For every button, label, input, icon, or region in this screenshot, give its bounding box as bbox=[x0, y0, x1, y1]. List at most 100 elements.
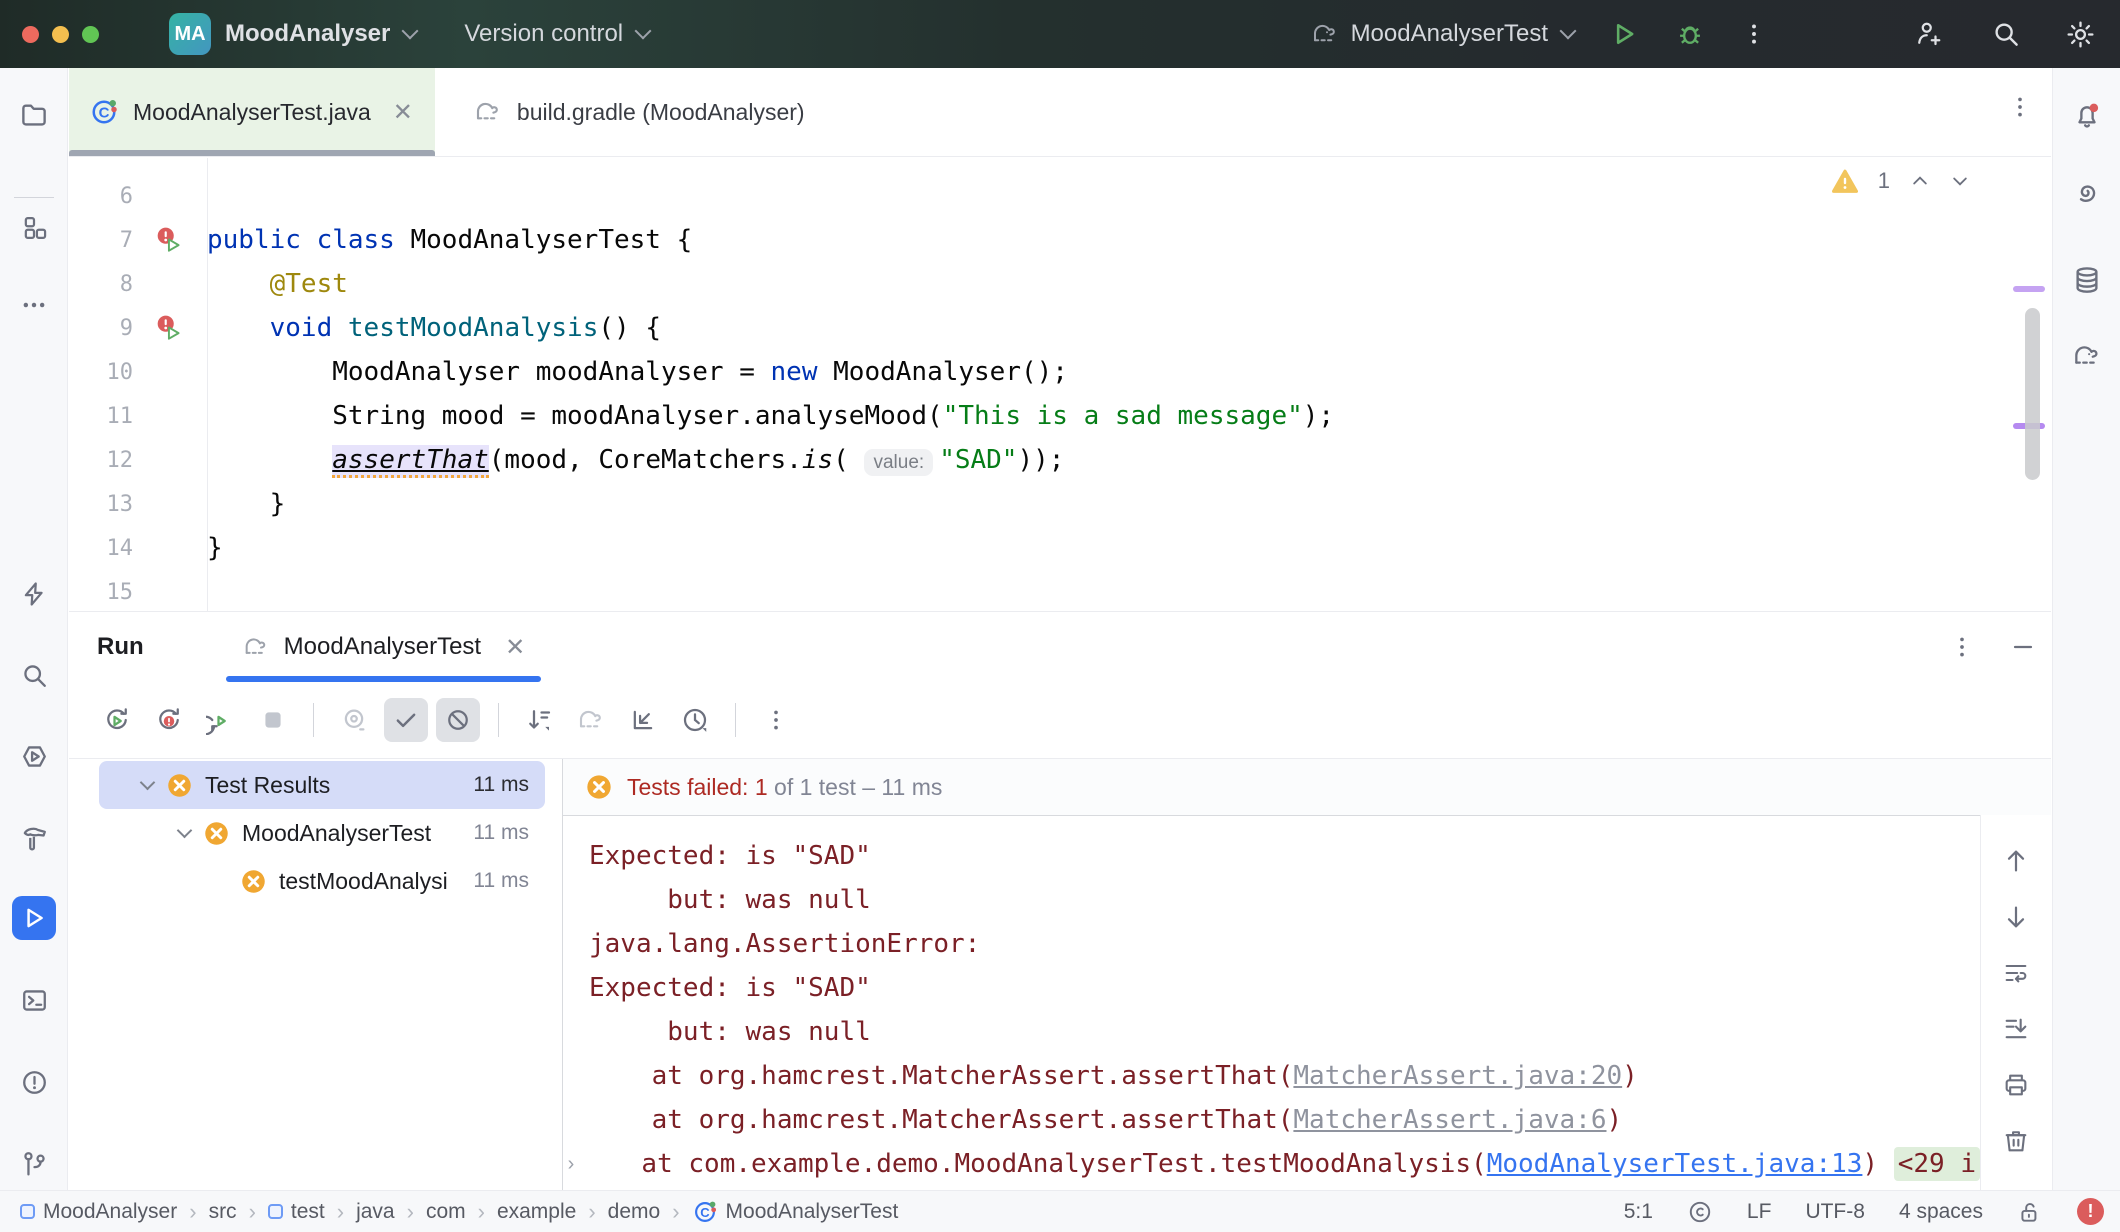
line-separator-widget[interactable]: LF bbox=[1747, 1200, 1772, 1224]
code-line[interactable]: 13 } bbox=[69, 482, 2048, 526]
run-failed-gutter-icon[interactable] bbox=[155, 225, 185, 255]
window-minimize-button[interactable] bbox=[52, 26, 69, 43]
breadcrumb-item[interactable]: MoodAnalyser bbox=[20, 1200, 177, 1224]
code-editor[interactable]: 67 public class MoodAnalyserTest {8 @Tes… bbox=[69, 158, 2048, 611]
services-tool-button[interactable] bbox=[12, 734, 56, 778]
tab-moodanalysertest-java[interactable]: C MoodAnalyserTest.java ✕ bbox=[69, 68, 435, 156]
toggle-auto-test-button[interactable] bbox=[199, 698, 243, 742]
next-occurrence-button[interactable] bbox=[1996, 897, 2036, 937]
tree-chevron-slot[interactable] bbox=[129, 782, 166, 788]
rerun-button[interactable] bbox=[95, 698, 139, 742]
stack-trace-link[interactable]: MatcherAssert.java:6 bbox=[1293, 1105, 1606, 1135]
test-tree-item[interactable]: MoodAnalyserTest11 ms bbox=[99, 809, 545, 857]
stack-trace-link[interactable]: MoodAnalyserTest.java:13 bbox=[1487, 1149, 1863, 1179]
code-line[interactable]: 9 void testMoodAnalysis() { bbox=[69, 306, 2048, 350]
run-test-gutter-button[interactable] bbox=[133, 218, 207, 262]
notifications-bell-button[interactable] bbox=[2065, 94, 2109, 138]
window-close-button[interactable] bbox=[22, 26, 39, 43]
tab-close-button[interactable]: ✕ bbox=[393, 98, 413, 127]
gradle-tool-button[interactable] bbox=[2065, 334, 2109, 378]
inspections-widget[interactable]: 1 bbox=[1832, 168, 1970, 194]
show-ignored-toggle[interactable] bbox=[436, 698, 480, 742]
code-line[interactable]: 7 public class MoodAnalyserTest { bbox=[69, 218, 2048, 262]
settings-gear-button[interactable] bbox=[2058, 12, 2102, 56]
problems-tool-button[interactable] bbox=[12, 1060, 56, 1104]
debug-button[interactable] bbox=[1668, 12, 1712, 56]
version-control-tool-button[interactable] bbox=[12, 1141, 56, 1185]
project-name-menu[interactable]: MoodAnalyser bbox=[225, 20, 390, 48]
breadcrumb-item[interactable]: test bbox=[268, 1200, 325, 1224]
console-line[interactable]: Expected: is "SAD" bbox=[563, 966, 1980, 1010]
code-with-me-button[interactable] bbox=[1906, 12, 1950, 56]
code-line[interactable]: 12 assertThat(mood, CoreMatchers.is( val… bbox=[69, 438, 2048, 482]
code-analysis-widget-icon[interactable] bbox=[1687, 1199, 1713, 1225]
hide-panel-button[interactable] bbox=[2011, 635, 2035, 659]
gradle-test-actions-button[interactable] bbox=[569, 698, 613, 742]
run-panel-options-button[interactable] bbox=[1949, 634, 1975, 660]
run-configuration-select[interactable]: MoodAnalyserTest bbox=[1351, 20, 1548, 48]
previous-occurrence-button[interactable] bbox=[1996, 841, 2036, 881]
console-line[interactable]: java.lang.AssertionError: bbox=[563, 922, 1980, 966]
test-tree-item[interactable]: Test Results11 ms bbox=[99, 761, 545, 809]
run-test-gutter-button[interactable] bbox=[133, 306, 207, 350]
editor-vertical-scrollbar[interactable] bbox=[2025, 308, 2040, 480]
breadcrumb-item[interactable]: demo bbox=[608, 1200, 661, 1224]
console-line[interactable]: at org.hamcrest.MatcherAssert.assertThat… bbox=[563, 1054, 1980, 1098]
rerun-failed-tests-button[interactable] bbox=[147, 698, 191, 742]
more-actions-button[interactable] bbox=[1732, 12, 1776, 56]
next-warning-button[interactable] bbox=[1950, 171, 1970, 191]
breadcrumb-item[interactable]: example bbox=[497, 1200, 576, 1224]
toolbar-more-button[interactable] bbox=[754, 698, 798, 742]
code-line[interactable]: 6 bbox=[69, 174, 2048, 218]
project-tool-button[interactable] bbox=[12, 93, 56, 137]
scrollbar-change-mark[interactable] bbox=[2013, 286, 2045, 292]
terminal-tool-button[interactable] bbox=[12, 978, 56, 1022]
console-line[interactable]: Expected: is "SAD" bbox=[563, 834, 1980, 878]
console-line[interactable]: › at com.example.demo.MoodAnalyserTest.t… bbox=[563, 1142, 1980, 1186]
sort-tests-button[interactable] bbox=[517, 698, 561, 742]
indent-widget[interactable]: 4 spaces bbox=[1899, 1200, 1983, 1224]
soft-wrap-button[interactable] bbox=[1996, 953, 2036, 993]
run-content-tab[interactable]: MoodAnalyserTest ✕ bbox=[226, 612, 542, 682]
find-tool-button[interactable] bbox=[12, 653, 56, 697]
run-button[interactable] bbox=[1602, 12, 1646, 56]
show-passed-toggle[interactable] bbox=[384, 698, 428, 742]
scroll-to-end-button[interactable] bbox=[1996, 1009, 2036, 1049]
caret-position-widget[interactable]: 5:1 bbox=[1624, 1200, 1653, 1224]
import-test-results-button[interactable] bbox=[621, 698, 665, 742]
fold-expand-button[interactable]: › bbox=[563, 1153, 579, 1176]
stack-trace-link[interactable]: MatcherAssert.java:20 bbox=[1293, 1061, 1622, 1091]
run-tool-button[interactable] bbox=[12, 896, 56, 940]
error-indicator-badge[interactable]: ! bbox=[2077, 1198, 2104, 1225]
console-line[interactable]: but: was null bbox=[563, 1010, 1980, 1054]
console-line[interactable]: at org.hamcrest.MatcherAssert.assertThat… bbox=[563, 1098, 1980, 1142]
unlocked-icon[interactable] bbox=[2017, 1199, 2043, 1225]
breadcrumb-item[interactable]: C MoodAnalyserTest bbox=[692, 1199, 899, 1225]
more-tool-windows-button[interactable] bbox=[12, 283, 56, 327]
breadcrumb[interactable]: MoodAnalyser›src›test›java›com›example›d… bbox=[20, 1199, 898, 1225]
stop-button[interactable] bbox=[251, 698, 295, 742]
breadcrumb-item[interactable]: java bbox=[356, 1200, 395, 1224]
tab-list-more-button[interactable] bbox=[2007, 94, 2033, 120]
code-line[interactable]: 15 bbox=[69, 570, 2048, 611]
print-button[interactable] bbox=[1996, 1065, 2036, 1105]
encoding-widget[interactable]: UTF-8 bbox=[1805, 1200, 1865, 1224]
breadcrumb-item[interactable]: com bbox=[426, 1200, 466, 1224]
run-failed-gutter-icon[interactable] bbox=[155, 313, 185, 343]
code-line[interactable]: 10 MoodAnalyser moodAnalyser = new MoodA… bbox=[69, 350, 2048, 394]
breadcrumb-item[interactable]: src bbox=[209, 1200, 237, 1224]
tab-build-gradle[interactable]: build.gradle (MoodAnalyser) bbox=[453, 68, 827, 156]
quick-actions-tool-button[interactable] bbox=[12, 572, 56, 616]
project-avatar[interactable]: MA bbox=[169, 13, 211, 55]
search-everywhere-button[interactable] bbox=[1984, 12, 2028, 56]
test-tree-item[interactable]: testMoodAnalysi11 ms bbox=[99, 857, 545, 905]
code-line[interactable]: 14} bbox=[69, 526, 2048, 570]
database-tool-button[interactable] bbox=[2065, 258, 2109, 302]
previous-warning-button[interactable] bbox=[1910, 171, 1930, 191]
tree-chevron-slot[interactable] bbox=[166, 830, 203, 836]
build-tool-button[interactable] bbox=[12, 816, 56, 860]
ai-assistant-tool-button[interactable] bbox=[2065, 172, 2109, 216]
window-zoom-button[interactable] bbox=[82, 26, 99, 43]
vcs-menu[interactable]: Version control bbox=[464, 20, 623, 48]
run-tab-close-button[interactable]: ✕ bbox=[505, 633, 525, 662]
